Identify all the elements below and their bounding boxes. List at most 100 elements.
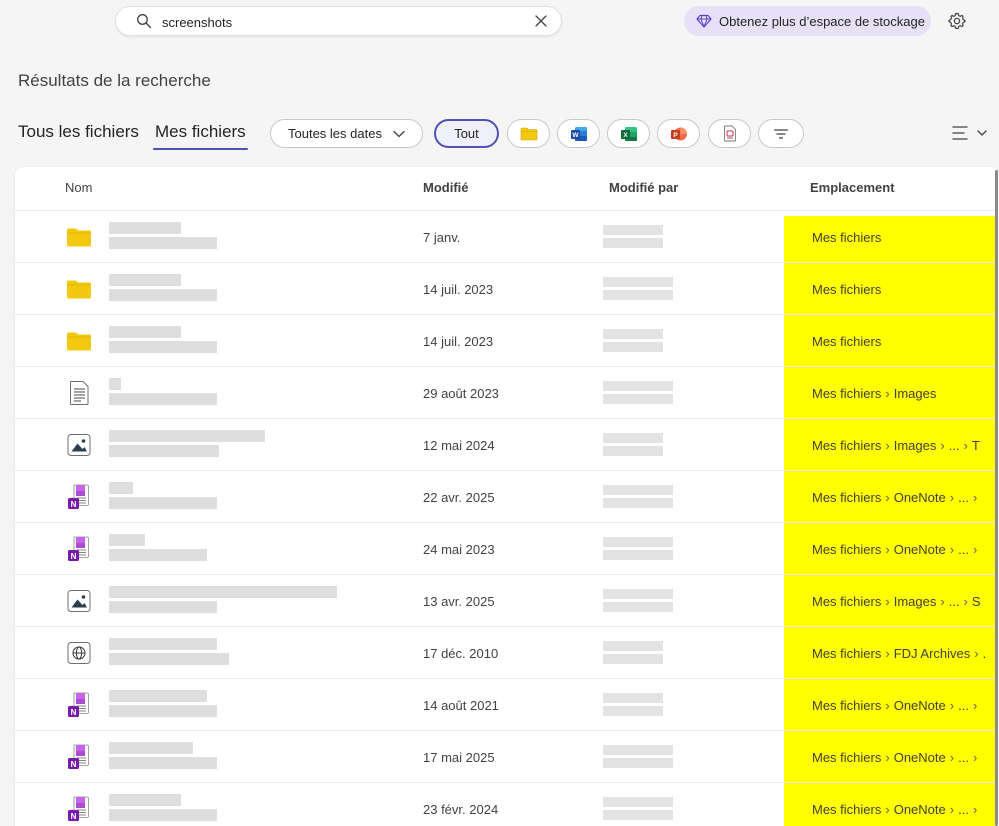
text-file-icon xyxy=(65,379,93,407)
filter-all-button[interactable]: Tout xyxy=(434,119,499,148)
location-breadcrumb[interactable]: Mes fichiers › OneNote ›... › xyxy=(812,490,995,505)
chevron-right-icon: › xyxy=(885,594,890,609)
redacted-file-name[interactable] xyxy=(109,430,265,460)
table-row[interactable]: 14 juil. 2023 Mes fichiers xyxy=(15,315,995,367)
more-filters-button[interactable] xyxy=(758,119,804,148)
redacted-modified-by xyxy=(603,381,673,407)
table-row[interactable]: 17 déc. 2010 Mes fichiers › FDJ Archives ›. xyxy=(15,627,995,679)
redacted-file-name[interactable] xyxy=(109,638,229,668)
table-row[interactable]: 7 janv. Mes fichiers xyxy=(15,211,995,263)
redacted-modified-by xyxy=(603,225,663,251)
table-row[interactable]: N 22 avr. 2025 Mes fichiers › OneNote ›... › xyxy=(15,471,995,523)
chevron-right-icon: › xyxy=(972,750,978,765)
table-row[interactable]: N 14 août 2021 Mes fichiers › OneNote ›... › xyxy=(15,679,995,731)
svg-text:N: N xyxy=(71,500,77,509)
redacted-file-name[interactable] xyxy=(109,742,217,772)
redacted-file-name[interactable] xyxy=(109,690,217,720)
chevron-right-icon: › xyxy=(972,698,978,713)
redacted-file-name[interactable] xyxy=(109,222,217,252)
chevron-right-icon: › xyxy=(963,594,968,609)
redacted-modified-by xyxy=(603,433,663,459)
redacted-file-name[interactable] xyxy=(109,534,207,564)
redacted-file-name[interactable] xyxy=(109,326,217,356)
filter-powerpoint-button[interactable]: P xyxy=(657,119,700,148)
filter-excel-button[interactable]: X xyxy=(607,119,650,148)
location-breadcrumb[interactable]: Mes fichiers xyxy=(812,230,995,245)
table-row[interactable]: N 23 févr. 2024 Mes fichiers › OneNote ›... › xyxy=(15,783,995,826)
table-row[interactable]: 14 juil. 2023 Mes fichiers xyxy=(15,263,995,315)
location-segment: . xyxy=(982,646,987,661)
location-breadcrumb[interactable]: Mes fichiers xyxy=(812,282,995,297)
folder-icon xyxy=(65,275,93,303)
location-segment: Mes fichiers xyxy=(812,698,882,713)
location-breadcrumb[interactable]: Mes fichiers › OneNote ›... › xyxy=(812,542,995,557)
location-breadcrumb[interactable]: Mes fichiers › OneNote ›... › xyxy=(812,698,995,713)
tab-my-files[interactable]: Mes fichiers xyxy=(153,122,248,150)
modified-date: 12 mai 2024 xyxy=(423,438,495,453)
modified-date: 22 avr. 2025 xyxy=(423,490,495,505)
modified-date: 23 févr. 2024 xyxy=(423,802,499,817)
modified-date: 24 mai 2023 xyxy=(423,542,495,557)
filter-word-button[interactable]: W xyxy=(557,119,600,148)
location-segment: FDJ Archives xyxy=(893,646,971,661)
get-more-storage-button[interactable]: Obtenez plus d’espace de stockage xyxy=(684,6,931,36)
tab-all-files[interactable]: Tous les fichiers xyxy=(18,122,139,142)
location-breadcrumb[interactable]: Mes fichiers xyxy=(812,334,995,349)
chevron-right-icon: › xyxy=(940,438,945,453)
storage-button-label: Obtenez plus d’espace de stockage xyxy=(719,13,925,29)
location-segment: Mes fichiers xyxy=(812,594,882,609)
powerpoint-icon: P xyxy=(670,127,687,140)
modified-date: 13 avr. 2025 xyxy=(423,594,495,609)
location-segment: OneNote xyxy=(893,542,946,557)
filter-folders-button[interactable] xyxy=(507,119,550,148)
column-header-modified[interactable]: Modifié xyxy=(423,180,469,195)
redacted-modified-by xyxy=(603,589,673,615)
chevron-right-icon: › xyxy=(963,438,968,453)
web-file-icon xyxy=(65,639,93,667)
date-filter-dropdown[interactable]: Toutes les dates xyxy=(270,119,423,148)
redacted-file-name[interactable] xyxy=(109,586,337,616)
location-breadcrumb[interactable]: Mes fichiers › FDJ Archives ›. xyxy=(812,646,995,661)
view-options-icon[interactable] xyxy=(951,124,991,142)
search-input[interactable] xyxy=(162,12,512,32)
location-segment: Mes fichiers xyxy=(812,386,882,401)
redacted-file-name[interactable] xyxy=(109,482,217,512)
gear-icon[interactable] xyxy=(947,11,967,31)
column-header-name[interactable]: Nom xyxy=(65,180,92,195)
location-breadcrumb[interactable]: Mes fichiers › Images ›... › T xyxy=(812,438,995,453)
modified-date: 17 déc. 2010 xyxy=(423,646,499,661)
location-segment: Mes fichiers xyxy=(812,438,882,453)
table-row[interactable]: 29 août 2023 Mes fichiers › Images xyxy=(15,367,995,419)
search-box[interactable] xyxy=(115,6,562,36)
redacted-file-name[interactable] xyxy=(109,794,217,824)
location-breadcrumb[interactable]: Mes fichiers › OneNote ›... › xyxy=(812,750,995,765)
redacted-modified-by xyxy=(603,537,673,563)
filter-pdf-button[interactable] xyxy=(708,119,751,148)
table-row[interactable]: N 17 mai 2025 Mes fichiers › OneNote ›... › xyxy=(15,731,995,783)
onenote-icon: N xyxy=(65,795,93,823)
table-row[interactable]: 12 mai 2024 Mes fichiers › Images ›... › T xyxy=(15,419,995,471)
location-segment: Mes fichiers xyxy=(812,282,882,297)
location-segment: ... xyxy=(958,802,969,817)
column-header-modified-by[interactable]: Modifié par xyxy=(609,180,678,195)
table-row[interactable]: N 24 mai 2023 Mes fichiers › OneNote ›... › xyxy=(15,523,995,575)
close-icon[interactable] xyxy=(533,13,549,29)
redacted-modified-by xyxy=(603,277,673,303)
location-segment: Images xyxy=(893,594,937,609)
location-breadcrumb[interactable]: Mes fichiers › Images ›... › S xyxy=(812,594,995,609)
column-header-location[interactable]: Emplacement xyxy=(810,180,895,195)
location-breadcrumb[interactable]: Mes fichiers › OneNote ›... › xyxy=(812,802,995,817)
chevron-right-icon: › xyxy=(885,698,890,713)
redacted-modified-by xyxy=(603,641,663,667)
redacted-file-name[interactable] xyxy=(109,378,217,408)
onenote-icon: N xyxy=(65,691,93,719)
table-row[interactable]: 13 avr. 2025 Mes fichiers › Images ›... › S xyxy=(15,575,995,627)
chevron-right-icon: › xyxy=(885,802,890,817)
vertical-scrollbar[interactable] xyxy=(995,170,998,826)
location-segment: Images xyxy=(893,386,937,401)
location-segment: OneNote xyxy=(893,750,946,765)
location-breadcrumb[interactable]: Mes fichiers › Images xyxy=(812,386,995,401)
location-segment: Mes fichiers xyxy=(812,542,882,557)
redacted-file-name[interactable] xyxy=(109,274,217,304)
redacted-modified-by xyxy=(603,797,673,823)
